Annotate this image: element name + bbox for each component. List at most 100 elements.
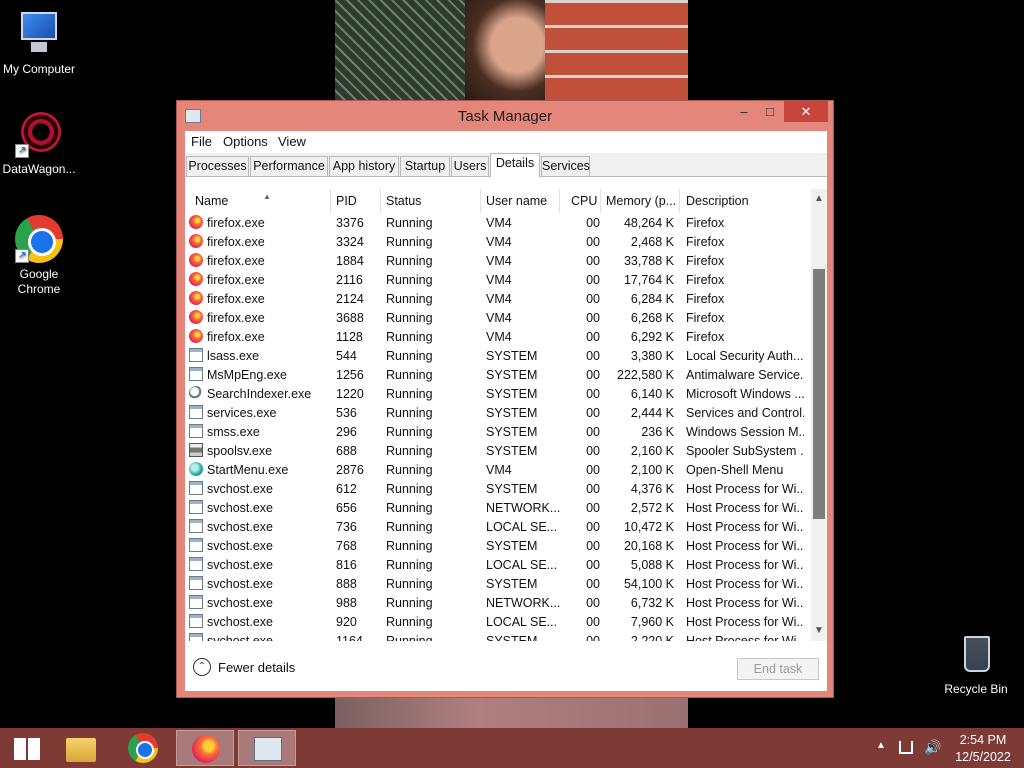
show-hidden-icons-icon[interactable]: ▲	[876, 740, 886, 751]
taskbar-file-explorer[interactable]	[52, 730, 110, 766]
column-separator[interactable]	[480, 189, 481, 213]
process-status: Running	[386, 330, 433, 344]
process-cpu: 00	[586, 254, 600, 268]
column-separator[interactable]	[679, 189, 680, 213]
table-row[interactable]: services.exe 536 Running SYSTEM 00 2,444 K Ser…	[185, 403, 811, 422]
table-row[interactable]: StartMenu.exe 2876 Running VM4 00 2,100 K Open…	[185, 460, 811, 479]
scroll-down-arrow-icon[interactable]: ▼	[811, 623, 827, 639]
taskbar-chrome[interactable]	[114, 730, 172, 766]
vertical-scrollbar[interactable]: ▲ ▼	[811, 189, 827, 641]
tab-performance[interactable]: Performance	[250, 156, 328, 177]
table-row[interactable]: firefox.exe 2124 Running VM4 00 6,284 K Firefo…	[185, 289, 811, 308]
tab-users[interactable]: Users	[451, 156, 489, 177]
menu-file[interactable]: File	[191, 134, 212, 149]
firefox-icon	[189, 310, 203, 324]
process-cpu: 00	[586, 273, 600, 287]
process-description: Firefox	[686, 273, 725, 287]
title-bar[interactable]: Task Manager – □ ✕	[177, 101, 833, 131]
tab-services[interactable]: Services	[541, 156, 590, 177]
tab-strip: Processes Performance App history Startu…	[185, 153, 827, 178]
menu-options[interactable]: Options	[223, 134, 268, 149]
task-manager-icon	[254, 737, 282, 761]
column-header-memory[interactable]: Memory (p...	[606, 194, 676, 208]
process-status: Running	[386, 425, 433, 439]
table-row[interactable]: svchost.exe 612 Running SYSTEM 00 4,376 K Host…	[185, 479, 811, 498]
taskbar-firefox[interactable]	[176, 730, 234, 766]
desktop-icon-label: Google Chrome	[17, 267, 61, 296]
table-row[interactable]: firefox.exe 1884 Running VM4 00 33,788 K Firef…	[185, 251, 811, 270]
tab-processes[interactable]: Processes	[186, 156, 249, 177]
desktop-icon-google-chrome[interactable]: ↗ Google Chrome	[0, 215, 79, 297]
desktop-icon-my-computer[interactable]: My Computer	[0, 10, 79, 77]
folder-icon	[66, 738, 96, 762]
desktop-icon-datawagon[interactable]: ↗ DataWagon...	[0, 110, 79, 177]
column-header-user-name[interactable]: User name	[486, 194, 547, 208]
table-row[interactable]: firefox.exe 1128 Running VM4 00 6,292 K Firefo…	[185, 327, 811, 346]
network-icon[interactable]	[899, 741, 913, 754]
column-header-pid[interactable]: PID	[336, 194, 357, 208]
close-button[interactable]: ✕	[784, 101, 828, 122]
column-header-status[interactable]: Status	[386, 194, 421, 208]
table-row[interactable]: firefox.exe 3324 Running VM4 00 2,468 K Firefo…	[185, 232, 811, 251]
exe-icon	[189, 500, 203, 514]
firefox-icon	[189, 215, 203, 229]
scroll-up-arrow-icon[interactable]: ▲	[811, 191, 827, 207]
chevron-up-icon[interactable]: ⌃	[193, 658, 211, 676]
column-separator[interactable]	[330, 189, 331, 213]
taskbar-task-manager[interactable]	[238, 730, 296, 766]
column-separator[interactable]	[600, 189, 601, 213]
process-status: Running	[386, 634, 433, 641]
process-status: Running	[386, 406, 433, 420]
tab-details[interactable]: Details	[490, 153, 540, 178]
process-pid: 888	[336, 577, 357, 591]
table-row[interactable]: lsass.exe 544 Running SYSTEM 00 3,380 K Local …	[185, 346, 811, 365]
table-row[interactable]: firefox.exe 3376 Running VM4 00 48,264 K Firef…	[185, 213, 811, 232]
table-row[interactable]: smss.exe 296 Running SYSTEM 00 236 K Windows S…	[185, 422, 811, 441]
clock-date[interactable]: 12/5/2022	[954, 750, 1012, 764]
table-row[interactable]: svchost.exe 768 Running SYSTEM 00 20,168 K Hos…	[185, 536, 811, 555]
minimize-button[interactable]: –	[731, 101, 757, 122]
process-pid: 768	[336, 539, 357, 553]
tab-app-history[interactable]: App history	[329, 156, 399, 177]
process-pid: 1256	[336, 368, 364, 382]
column-separator[interactable]	[380, 189, 381, 213]
table-row[interactable]: SearchIndexer.exe 1220 Running SYSTEM 00 6,14…	[185, 384, 811, 403]
table-row[interactable]: MsMpEng.exe 1256 Running SYSTEM 00 222,580 K A…	[185, 365, 811, 384]
table-row[interactable]: spoolsv.exe 688 Running SYSTEM 00 2,160 K Spoo…	[185, 441, 811, 460]
process-cpu: 00	[586, 368, 600, 382]
process-status: Running	[386, 273, 433, 287]
column-header-description[interactable]: Description	[686, 194, 749, 208]
process-user: VM4	[486, 311, 512, 325]
end-task-button[interactable]: End task	[737, 658, 819, 680]
process-name: svchost.exe	[207, 615, 274, 629]
tab-startup[interactable]: Startup	[400, 156, 450, 177]
table-row[interactable]: svchost.exe 1164 Running SYSTEM 00 2,220 K Hos…	[185, 631, 811, 641]
table-row[interactable]: firefox.exe 3688 Running VM4 00 6,268 K Firefo…	[185, 308, 811, 327]
process-pid: 920	[336, 615, 357, 629]
process-description: Windows Session M...	[686, 425, 804, 439]
column-header-cpu[interactable]: CPU	[571, 194, 597, 208]
table-header: Name ▲ PID Status User name CPU Memory (p…	[185, 189, 811, 213]
table-row[interactable]: svchost.exe 888 Running SYSTEM 00 54,100 K Hos…	[185, 574, 811, 593]
menu-view[interactable]: View	[278, 134, 306, 149]
column-separator[interactable]	[559, 189, 560, 213]
clock-time[interactable]: 2:54 PM	[954, 733, 1012, 747]
table-row[interactable]: firefox.exe 2116 Running VM4 00 17,764 K Firef…	[185, 270, 811, 289]
table-row[interactable]: svchost.exe 736 Running LOCAL SE... 00 10,472…	[185, 517, 811, 536]
table-row[interactable]: svchost.exe 656 Running NETWORK... 00 2,572 K…	[185, 498, 811, 517]
process-cpu: 00	[586, 311, 600, 325]
process-user: NETWORK...	[486, 596, 561, 610]
volume-icon[interactable]: 🔊	[924, 739, 941, 756]
table-row[interactable]: svchost.exe 920 Running LOCAL SE... 00 7,960 …	[185, 612, 811, 631]
scrollbar-thumb[interactable]	[813, 269, 825, 519]
maximize-button[interactable]: □	[757, 101, 783, 122]
process-user: LOCAL SE...	[486, 558, 558, 572]
table-row[interactable]: svchost.exe 816 Running LOCAL SE... 00 5,088 …	[185, 555, 811, 574]
column-header-name[interactable]: Name ▲	[195, 192, 271, 208]
table-row[interactable]: svchost.exe 988 Running NETWORK... 00 6,732 K…	[185, 593, 811, 612]
process-status: Running	[386, 216, 433, 230]
process-pid: 544	[336, 349, 357, 363]
desktop-icon-recycle-bin[interactable]: Recycle Bin	[936, 630, 1016, 697]
process-pid: 688	[336, 444, 357, 458]
fewer-details-link[interactable]: Fewer details	[218, 660, 295, 675]
